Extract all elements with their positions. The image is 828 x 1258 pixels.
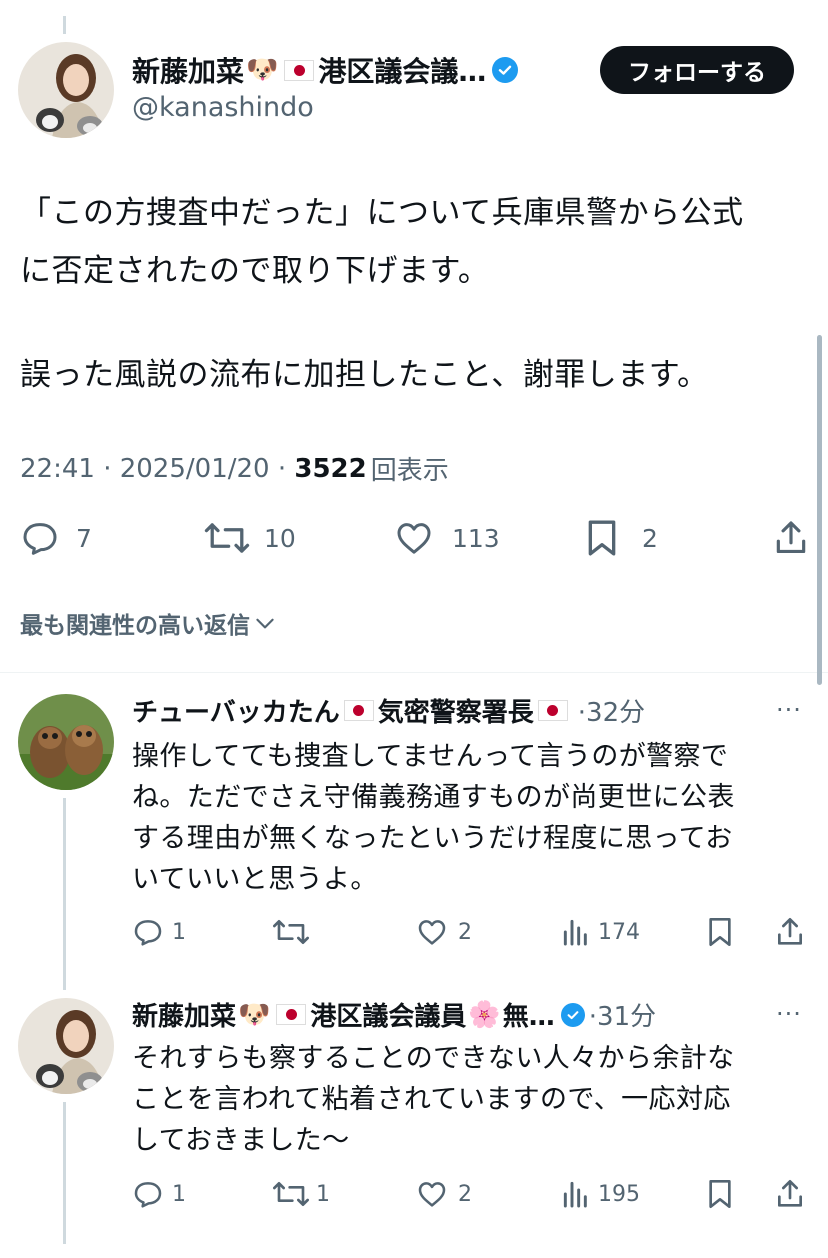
reply-button[interactable]: 7	[20, 518, 92, 558]
more-icon[interactable]: ···	[776, 696, 802, 724]
like-button[interactable]: 2	[416, 916, 472, 948]
tweet-body: 「この方捜査中だった」について兵庫県警から公式 に否定されたので取り下げます。 …	[20, 184, 810, 404]
reply-timestamp[interactable]: ·32分	[578, 692, 645, 729]
author-name-suffix[interactable]: 港区議会議…	[318, 50, 486, 90]
reply-icon	[134, 1182, 162, 1208]
views-count: 174	[598, 919, 640, 945]
bookmark-button[interactable]	[706, 916, 734, 948]
thread-connector	[63, 798, 66, 990]
like-count: 2	[458, 1181, 472, 1207]
reply-sort-label: 最も関連性の高い返信	[20, 613, 250, 639]
verified-icon[interactable]	[560, 1002, 585, 1027]
retweet-icon	[273, 1182, 309, 1206]
tweet-meta: 22:41 · 2025/01/20 · 3522 回表示	[20, 450, 449, 487]
views-icon	[563, 1181, 587, 1208]
retweet-count: 10	[264, 523, 296, 553]
reply-line: ね。ただでさえ守備義務通すものが尚更世に公表	[132, 782, 735, 813]
follow-button[interactable]: フォローする	[600, 46, 794, 94]
reply-count: 1	[172, 1181, 186, 1207]
reply-line: 操作してても捜査してませんって言うのが警察で	[132, 741, 729, 772]
reply-button[interactable]: 1	[132, 1178, 186, 1210]
retweet-icon	[273, 920, 309, 944]
views-count: 195	[598, 1181, 640, 1207]
reply-line: ことを言われて粘着されていますので、一応対応	[132, 1084, 731, 1115]
reply-line: する理由が無くなったというだけ程度に思ってお	[132, 823, 733, 854]
reply-display-name[interactable]: 新藤加菜	[132, 996, 236, 1033]
japan-flag-icon	[537, 700, 568, 721]
retweet-button[interactable]: 1	[272, 1178, 330, 1210]
reply-line: しておきました～	[132, 1125, 350, 1156]
retweet-button[interactable]	[272, 916, 316, 948]
reply-sort-dropdown[interactable]: 最も関連性の高い返信	[20, 606, 278, 640]
dog-emoji-icon: 🐶	[246, 55, 279, 85]
author-display-name[interactable]: 新藤加菜	[132, 50, 244, 90]
retweet-count: 1	[316, 1181, 330, 1207]
share-icon	[778, 1180, 802, 1207]
like-button[interactable]: 113	[394, 518, 500, 558]
reply-timestamp[interactable]: ·31分	[589, 996, 656, 1033]
japan-flag-icon	[276, 1004, 307, 1025]
reply-line: それすらも察することのできない人々から余計な	[132, 1043, 735, 1074]
bookmark-icon	[709, 918, 731, 946]
verified-icon[interactable]	[492, 57, 519, 83]
author-name-row[interactable]: 新藤加菜 🐶 港区議会議…	[132, 50, 519, 90]
reply-name-row[interactable]: チューバッカたん 気密警察署長 ·32分	[132, 692, 645, 729]
reply-name-middle[interactable]: 港区議会議員	[310, 996, 466, 1033]
bookmark-icon	[709, 1180, 731, 1208]
tweet-line: に否定されたので取り下げます。	[20, 253, 490, 289]
scrollbar[interactable]	[817, 335, 822, 685]
like-icon	[418, 1182, 446, 1207]
share-icon	[778, 918, 802, 945]
reply-button[interactable]: 1	[132, 916, 186, 948]
bookmark-button[interactable]	[706, 1178, 734, 1210]
reply-icon	[134, 920, 162, 946]
bookmark-icon	[588, 520, 616, 556]
author-avatar[interactable]	[18, 42, 114, 138]
reply-count: 1	[172, 919, 186, 945]
tweet-line	[20, 300, 810, 346]
share-button[interactable]	[774, 916, 806, 948]
retweet-button[interactable]: 10	[204, 518, 296, 558]
cherry-blossom-emoji-icon: 🌸	[468, 999, 501, 1030]
bookmark-count: 2	[642, 523, 658, 553]
reply-icon	[23, 523, 57, 555]
share-button[interactable]	[772, 518, 810, 558]
reply-body: 操作してても捜査してませんって言うのが警察で ね。ただでさえ守備義務通すものが尚…	[132, 736, 802, 900]
like-icon	[418, 920, 446, 945]
japan-flag-icon	[343, 700, 374, 721]
dog-emoji-icon: 🐶	[238, 999, 271, 1030]
view-label: 回表示	[370, 456, 449, 486]
like-icon	[397, 523, 431, 554]
like-button[interactable]: 2	[416, 1178, 472, 1210]
views-button[interactable]: 174	[562, 916, 640, 948]
reply-name-middle[interactable]: 気密警察署長	[378, 692, 534, 729]
japan-flag-icon	[284, 59, 315, 81]
reply-avatar[interactable]	[18, 694, 114, 790]
reply-display-name[interactable]: チューバッカたん	[132, 692, 340, 729]
reply-body: それすらも察することのできない人々から余計な ことを言われて粘着されていますので…	[132, 1038, 802, 1161]
views-button[interactable]: 195	[562, 1178, 640, 1210]
thread-connector-top	[63, 16, 66, 34]
reply-count: 7	[76, 523, 92, 553]
tweet-line: 誤った風説の流布に加担したこと、謝罪します。	[20, 357, 709, 393]
like-count: 113	[452, 523, 500, 553]
more-icon[interactable]: ···	[776, 1000, 802, 1028]
view-count: 3522	[294, 453, 367, 484]
like-count: 2	[458, 919, 472, 945]
divider	[0, 672, 828, 673]
thread-connector	[63, 1102, 66, 1244]
retweet-icon	[204, 523, 250, 553]
reply-line: いていいと思うよ。	[132, 864, 378, 895]
reply-name-row[interactable]: 新藤加菜 🐶 港区議会議員 🌸 無… ·31分	[132, 996, 656, 1033]
share-icon	[776, 521, 806, 554]
reply-name-tail[interactable]: 無…	[503, 996, 555, 1033]
tweet-line: 「この方捜査中だった」について兵庫県警から公式	[20, 195, 744, 231]
views-icon	[563, 919, 587, 946]
bookmark-button[interactable]: 2	[584, 518, 658, 558]
reply-avatar[interactable]	[18, 998, 114, 1094]
author-handle[interactable]: @kanashindo	[132, 92, 314, 123]
share-button[interactable]	[774, 1178, 806, 1210]
chevron-down-icon	[256, 618, 274, 629]
tweet-timestamp[interactable]: 22:41 · 2025/01/20 ·	[20, 454, 294, 484]
